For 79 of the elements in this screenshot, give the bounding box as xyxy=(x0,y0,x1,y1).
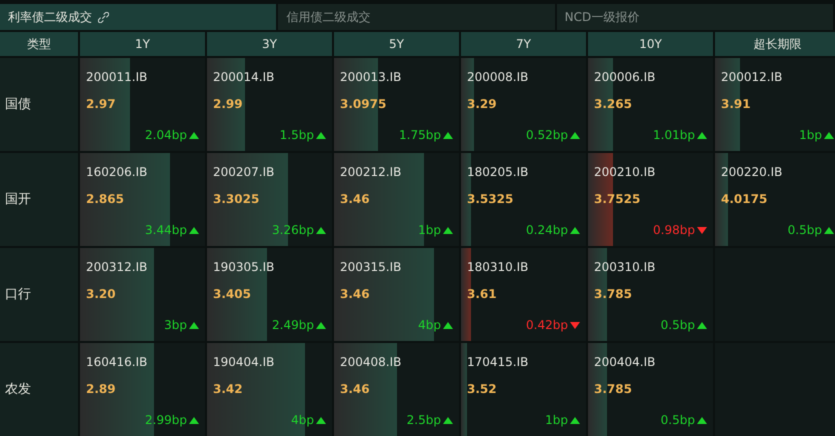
change-value: 1bp xyxy=(418,222,441,239)
row-header: 国开 xyxy=(0,153,78,246)
change-value: 0.98bp xyxy=(653,222,695,239)
change-value: 2.99bp xyxy=(145,412,187,429)
yield-value: 3.265 xyxy=(594,96,632,113)
bond-code: 200315.IB xyxy=(340,259,402,276)
yield-value: 3.7525 xyxy=(594,191,640,208)
change-value: 4bp xyxy=(291,412,314,429)
yield-value: 3.0975 xyxy=(340,96,386,113)
row-header: 国债 xyxy=(0,58,78,151)
yield-value: 2.99 xyxy=(213,96,243,113)
link-icon[interactable] xyxy=(98,12,109,22)
bond-code: 200404.IB xyxy=(594,354,656,371)
yield-value: 2.97 xyxy=(86,96,116,113)
bond-code: 180310.IB xyxy=(467,259,528,276)
change-value: 1bp xyxy=(799,127,822,144)
change-value: 1.01bp xyxy=(653,127,695,144)
yield-value: 2.89 xyxy=(86,381,116,398)
change-value: 2.5bp xyxy=(406,412,441,429)
yield-value: 3.20 xyxy=(86,286,116,303)
bond-code: 200012.IB xyxy=(721,69,782,86)
bond-code: 200011.IB xyxy=(86,69,148,86)
yield-value: 3.42 xyxy=(213,381,243,398)
bond-code: 180205.IB xyxy=(467,164,528,181)
yield-value: 4.0175 xyxy=(721,191,768,208)
yield-value: 3.52 xyxy=(467,381,497,398)
change-value: 0.5bp xyxy=(660,317,695,334)
yield-value: 3.46 xyxy=(340,286,370,303)
row-header: 农发 xyxy=(0,343,78,436)
change-value: 0.52bp xyxy=(526,127,568,144)
bond-code: 200212.IB xyxy=(340,164,402,181)
bond-code: 200013.IB xyxy=(340,69,402,86)
change-value: 3.44bp xyxy=(145,222,187,239)
bond-code: 200310.IB xyxy=(594,259,656,276)
change-value: 4bp xyxy=(418,317,441,334)
column-header: 1Y xyxy=(80,32,205,56)
bond-code: 200008.IB xyxy=(467,69,528,86)
change-value: 1.5bp xyxy=(280,127,314,144)
yield-value: 3.61 xyxy=(467,286,497,303)
change-value: 1bp xyxy=(545,412,568,429)
yield-value: 3.785 xyxy=(594,286,632,303)
bond-code: 200220.IB xyxy=(721,164,782,181)
yield-value: 3.405 xyxy=(213,286,251,303)
bond-code: 170415.IB xyxy=(467,354,528,371)
bond-code: 190305.IB xyxy=(213,259,274,276)
yield-value: 2.865 xyxy=(86,191,124,208)
bond-code: 160416.IB xyxy=(86,354,148,371)
bond-code: 190404.IB xyxy=(213,354,274,371)
yield-value: 3.46 xyxy=(340,381,370,398)
change-value: 1.75bp xyxy=(399,127,441,144)
change-value: 2.49bp xyxy=(272,317,314,334)
yield-value: 3.91 xyxy=(721,96,751,113)
change-value: 0.24bp xyxy=(526,222,568,239)
yield-value: 3.3025 xyxy=(213,191,260,208)
bond-code: 200014.IB xyxy=(213,69,274,86)
column-header: 3Y xyxy=(207,32,332,56)
change-value: 3.26bp xyxy=(272,222,314,239)
change-value: 2.04bp xyxy=(145,127,187,144)
row-header: 口行 xyxy=(0,248,78,341)
column-header: 7Y xyxy=(461,32,586,56)
change-value: 0.5bp xyxy=(788,222,822,239)
bond-code: 200006.IB xyxy=(594,69,656,86)
column-header: 超长期限 xyxy=(715,32,835,56)
yield-value: 3.785 xyxy=(594,381,632,398)
change-value: 0.5bp xyxy=(660,412,695,429)
bond-code: 200210.IB xyxy=(594,164,656,181)
column-header: 5Y xyxy=(334,32,459,56)
column-header: 10Y xyxy=(588,32,713,56)
yield-value: 3.29 xyxy=(467,96,497,113)
bond-code: 160206.IB xyxy=(86,164,148,181)
yield-value: 3.5325 xyxy=(467,191,514,208)
tab[interactable]: 利率债二级成交 xyxy=(0,4,278,30)
change-value: 3bp xyxy=(164,317,187,334)
column-header: 类型 xyxy=(0,32,78,56)
bond-code: 200312.IB xyxy=(86,259,148,276)
yield-value: 3.46 xyxy=(340,191,370,208)
bond-code: 200207.IB xyxy=(213,164,274,181)
bond-code: 200408.IB xyxy=(340,354,402,371)
change-value: 0.42bp xyxy=(526,317,568,334)
